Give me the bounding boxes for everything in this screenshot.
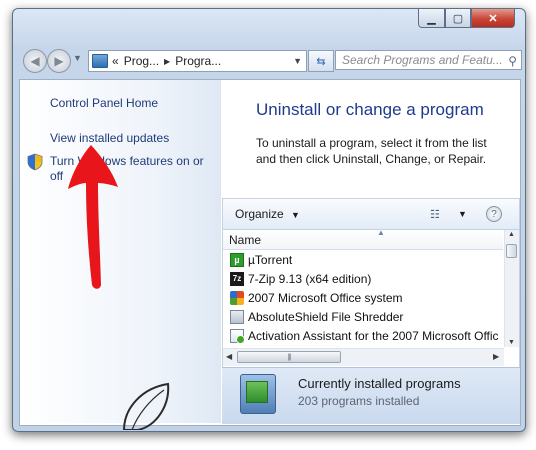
annotation-arrow-icon [68,145,118,289]
list-item[interactable]: 7z 7-Zip 9.13 (x64 edition) [223,269,503,288]
program-name: 7-Zip 9.13 (x64 edition) [248,271,372,286]
list-item[interactable]: 2007 Microsoft Office system [223,288,503,307]
help-icon[interactable]: ? [486,206,502,222]
search-placeholder: Search Programs and Featu... [342,53,503,67]
command-bar: Organize ▼ ☷ ▼ ? [223,199,519,230]
vertical-scrollbar[interactable]: ▲ ▼ [504,230,519,347]
activation-icon [230,328,245,344]
minimize-button[interactable]: ▁ [418,9,445,28]
scroll-down-icon[interactable]: ▼ [508,339,515,346]
forward-button[interactable]: ▶ [47,49,71,73]
program-name: µTorrent [248,252,293,267]
column-header-label: Name [229,233,262,247]
program-name: AbsoluteShield File Shredder [248,309,404,324]
column-header-name[interactable]: ▲ Name [223,228,503,250]
close-icon: ✕ [488,12,498,25]
sidebar: Control Panel Home View installed update… [20,80,221,430]
scroll-up-icon[interactable]: ▲ [508,231,515,238]
list-item[interactable]: Activation Assistant for the 2007 Micros… [223,326,503,345]
office-icon [230,290,244,305]
close-button[interactable]: ✕ [471,9,515,28]
maximize-icon: ▢ [452,12,464,25]
uac-shield-icon [27,153,43,171]
details-pane: Currently installed programs 203 program… [222,367,520,424]
view-list-icon[interactable]: ☷ [430,208,440,221]
list-item[interactable]: µ µTorrent [223,250,503,269]
programs-count: 203 programs installed [298,394,420,408]
page-title: Uninstall or change a program [256,100,484,119]
shredder-icon [230,309,244,324]
maximize-button[interactable]: ▢ [445,9,471,28]
scroll-left-icon[interactable]: ◀ [226,352,232,361]
recent-pages-chevron-icon[interactable]: ▼ [73,53,82,63]
program-name: Activation Assistant for the 2007 Micros… [248,328,499,343]
breadcrumb-programs-features[interactable]: Progra... [175,54,221,68]
control-panel-icon [92,54,108,68]
horizontal-scrollbar[interactable]: ◀ ||| ▶ [223,348,504,366]
refresh-icon: ⇆ [316,55,326,68]
address-bar[interactable]: « Prog... ▶ Progra... ▼ [88,50,307,72]
installed-programs-icon [240,374,276,414]
7zip-icon: 7z [230,271,244,286]
list-item[interactable]: AbsoluteShield File Shredder [223,307,503,326]
control-panel-home-link[interactable]: Control Panel Home [50,96,158,111]
programs-list-panel: Organize ▼ ☷ ▼ ? ▲ Name µ µTorrent 7z 7-… [222,198,520,368]
horizontal-scroll-thumb[interactable]: ||| [237,351,341,363]
page-description: To uninstall a program, select it from t… [256,136,487,166]
program-name: 2007 Microsoft Office system [248,290,403,305]
address-dropdown-icon[interactable]: ▼ [293,56,302,66]
back-arrow-icon: ◀ [30,54,40,68]
scroll-right-icon[interactable]: ▶ [493,352,499,361]
address-overflow[interactable]: « [112,54,119,68]
programs-list: µ µTorrent 7z 7-Zip 9.13 (x64 edition) 2… [223,250,503,345]
view-dropdown-icon[interactable]: ▼ [458,209,467,219]
details-title: Currently installed programs [298,376,461,391]
navigation-bar: ◀ ▶ ▼ « Prog... ▶ Progra... ▼ ⇆ Search P… [21,49,522,73]
back-button[interactable]: ◀ [23,49,47,73]
organize-button[interactable]: Organize ▼ [235,207,300,221]
decorative-leaf-icon [122,382,170,430]
breadcrumb-programs[interactable]: Prog... [124,54,159,68]
view-installed-updates-link[interactable]: View installed updates [50,131,169,146]
organize-dropdown-icon: ▼ [291,210,300,220]
caption-buttons: ▁ ▢ ✕ [418,9,515,28]
forward-arrow-icon: ▶ [54,54,64,68]
organize-label: Organize [235,207,284,221]
search-icon[interactable]: ⚲ [508,54,517,68]
breadcrumb-separator-icon[interactable]: ▶ [164,57,170,66]
vertical-scroll-thumb[interactable] [506,244,517,258]
utorrent-icon: µ [230,252,244,267]
search-input[interactable]: Search Programs and Featu... ⚲ [335,50,522,70]
minimize-icon: ▁ [427,12,436,25]
sort-ascending-icon: ▲ [377,228,385,237]
refresh-button[interactable]: ⇆ [308,50,334,72]
